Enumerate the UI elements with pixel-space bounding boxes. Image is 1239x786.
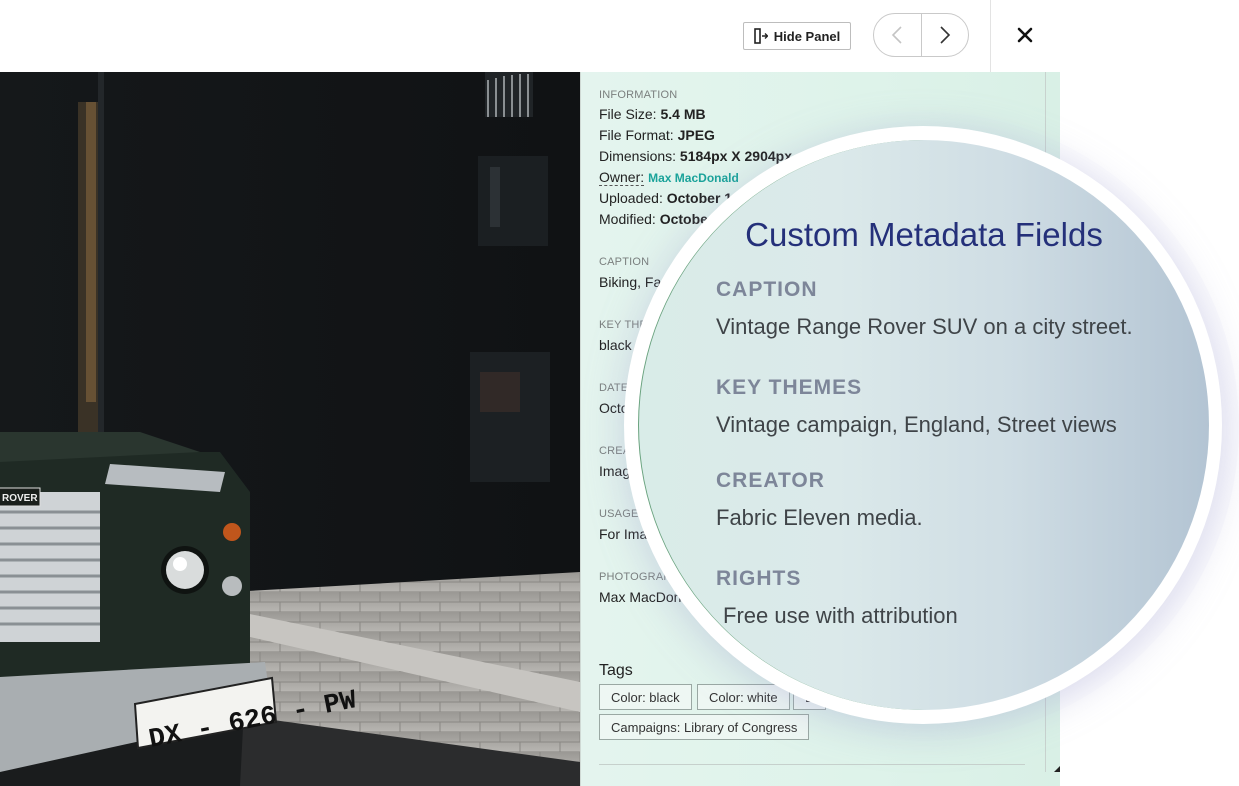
caption-label: CAPTION xyxy=(599,256,649,268)
viewer-toolbar: Hide Panel xyxy=(0,0,1060,73)
next-image-button[interactable] xyxy=(922,14,969,56)
chevron-right-icon xyxy=(939,25,951,45)
owner-row: Owner:Max MacDonald xyxy=(599,169,739,185)
magnified-creator-value: Fabric Eleven media. xyxy=(716,505,923,531)
toolbar-divider xyxy=(990,0,991,72)
tag-chip[interactable]: Campaigns: Library of Congress xyxy=(599,714,809,740)
information-heading: INFORMATION xyxy=(599,89,677,101)
magnified-rights-value: Free use with attribution xyxy=(723,603,958,629)
file-size-key: File Size: xyxy=(599,106,657,122)
hide-panel-label: Hide Panel xyxy=(774,29,840,44)
asset-photo: ROVER DX - 626 - PW xyxy=(0,72,580,786)
magnified-themes-label: KEY THEMES xyxy=(716,376,862,400)
magnified-caption-label: CAPTION xyxy=(716,278,818,302)
uploaded-key: Uploaded: xyxy=(599,190,663,206)
photo-illustration: ROVER DX - 626 - PW xyxy=(0,72,580,786)
tag-chip[interactable]: Color: black xyxy=(599,684,692,710)
tags-heading: Tags xyxy=(599,662,633,680)
chevron-left-icon xyxy=(891,25,903,45)
previous-image-button[interactable] xyxy=(874,14,922,56)
hide-panel-icon xyxy=(754,28,768,44)
magnifier-lens: Custom Metadata Fields CAPTION Vintage R… xyxy=(638,140,1209,710)
file-format-row: File Format: JPEG xyxy=(599,127,715,143)
resize-corner-icon xyxy=(1054,766,1060,772)
hide-panel-button[interactable]: Hide Panel xyxy=(743,22,851,50)
magnified-themes-value: Vintage campaign, England, Street views xyxy=(716,412,1117,438)
panel-divider xyxy=(599,764,1025,765)
magnified-creator-label: CREATOR xyxy=(716,469,825,493)
file-size-value: 5.4 MB xyxy=(660,106,705,122)
magnified-rights-label: RIGHTS xyxy=(716,567,801,591)
file-size-row: File Size: 5.4 MB xyxy=(599,106,706,122)
close-button[interactable] xyxy=(1010,20,1040,50)
dimensions-key: Dimensions: xyxy=(599,148,676,164)
file-format-key: File Format: xyxy=(599,127,674,143)
close-icon xyxy=(1017,27,1033,43)
magnified-caption-value: Vintage Range Rover SUV on a city street… xyxy=(716,314,1133,340)
magnifier-callout: Custom Metadata Fields CAPTION Vintage R… xyxy=(624,126,1222,724)
image-navigation xyxy=(873,13,969,57)
owner-key: Owner: xyxy=(599,169,644,186)
rover-badge: ROVER xyxy=(2,493,38,504)
custom-metadata-title: Custom Metadata Fields xyxy=(639,216,1209,254)
file-format-value: JPEG xyxy=(678,127,715,143)
